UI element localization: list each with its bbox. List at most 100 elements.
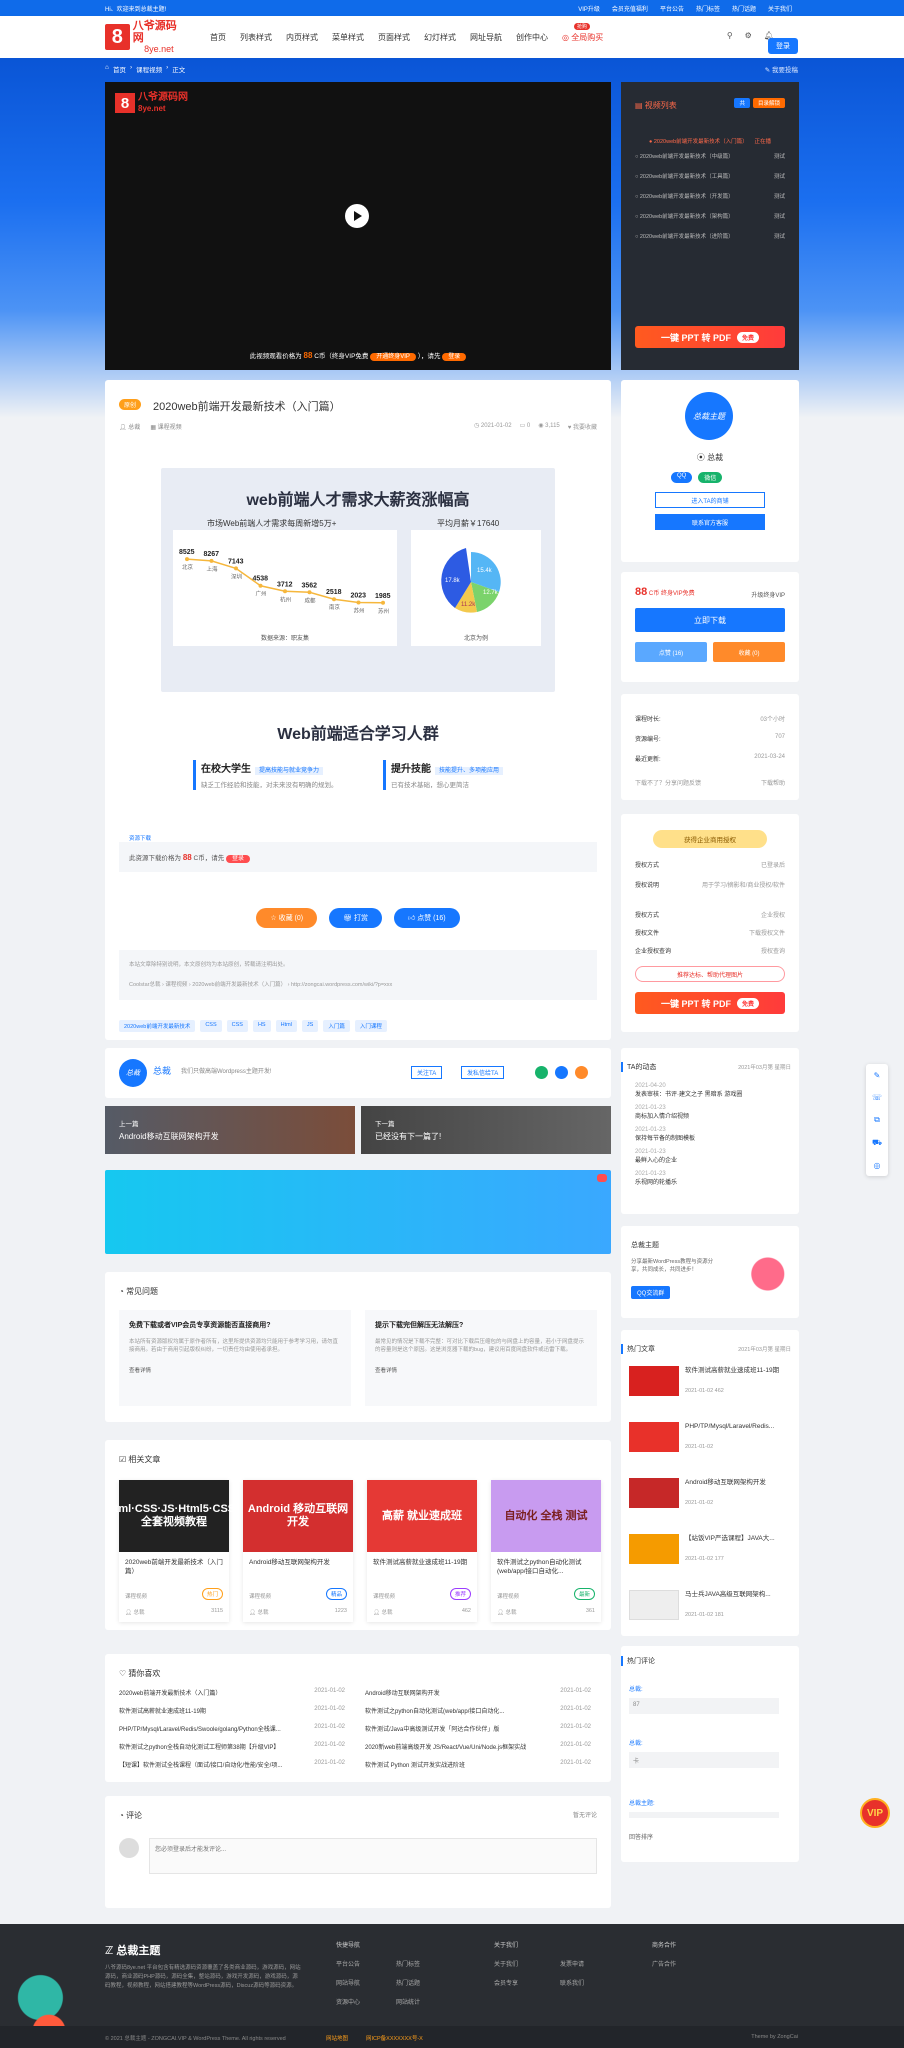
sidebar-fav-button[interactable]: 收藏 (0) bbox=[713, 642, 785, 662]
footer-link[interactable]: 会员专享 bbox=[494, 1978, 560, 1987]
comment-author[interactable]: 总裁: bbox=[629, 1738, 643, 1747]
wechat-button[interactable]: 微信 bbox=[698, 472, 723, 483]
crumb-home[interactable]: 首页 bbox=[113, 64, 126, 74]
tip-button[interactable]: 🎁︎ 打赏 bbox=[329, 908, 382, 928]
playlist-item[interactable]: ○ 2020web前端开发最新技术（开发篇） 测试 bbox=[635, 192, 785, 200]
footer-link[interactable]: 平台公告 bbox=[336, 1959, 396, 1968]
footer-link[interactable]: 热门标签 bbox=[396, 1959, 456, 1968]
guess-item[interactable]: 【短课】软件测试全栈课程（面试/接口/自动化/性能/安全/项... 2021-01… bbox=[119, 1760, 345, 1769]
download-login-button[interactable]: 登录 bbox=[226, 855, 251, 863]
related-item[interactable]: 自动化 全栈 测试 软件测试之python自动化测试(web/app/接口自动化… bbox=[491, 1480, 601, 1622]
activity-item[interactable]: 发表审核：书评·建文之子 黑暗系 游戏圈 bbox=[635, 1091, 742, 1100]
menu-item-slider[interactable]: 幻灯样式 bbox=[424, 32, 456, 43]
promo-link[interactable]: 推荐达标、帮助代理图片 bbox=[635, 966, 785, 982]
tag[interactable]: 入门课程 bbox=[354, 1020, 387, 1032]
video-player[interactable]: 8 八爷源码网 8ye.net 此视频观看价格为 88 C币（终身VIP免费 开通… bbox=[105, 82, 611, 370]
playlist-item[interactable]: ○ 2020web前端开发最新技术（工具篇） 测试 bbox=[635, 172, 785, 180]
guess-item[interactable]: 软件测试/Java中高级测试开发「阿达合作伙伴」版 2021-01-02 bbox=[365, 1724, 591, 1733]
sidebar-like-button[interactable]: 点赞 (16) bbox=[635, 642, 707, 662]
top-link-topics[interactable]: 热门话题 bbox=[732, 4, 756, 13]
footer-link[interactable]: 广告合作 bbox=[652, 1959, 676, 1968]
guess-item[interactable]: 软件测试之python全栈自动化测试工程师第38期【升级VIP】 2021-01-… bbox=[119, 1742, 345, 1751]
author-meta[interactable]: 👤︎ 总裁 bbox=[119, 422, 140, 431]
sidebar-avatar[interactable]: 总裁主题 bbox=[685, 392, 733, 440]
footer-link[interactable]: 关于我们 bbox=[494, 1959, 560, 1968]
playlist-unlock-button[interactable]: 目录解锁 bbox=[752, 98, 785, 108]
hot-item[interactable]: 软件测试高薪就业速成班11-19期 2021-01-02 462 bbox=[629, 1366, 791, 1406]
playlist-item[interactable]: ● 2020web前端开发最新技术（入门篇） 正在播 bbox=[635, 132, 785, 150]
upgrade-vip-link[interactable]: 升级终身VIP bbox=[751, 590, 785, 599]
faq-item[interactable]: 免费下载或者VIP会员专享资源能否直接商用? 本站所有资源版权均属于原作者所有，… bbox=[119, 1310, 351, 1406]
hot-item[interactable]: PHP/TP/Mysql/Laravel/Redis... 2021-01-02 bbox=[629, 1422, 791, 1462]
ppt-to-pdf-banner[interactable]: 一键 PPT 转 PDF 免费 bbox=[635, 326, 785, 348]
vip-float-icon[interactable]: VIP bbox=[860, 1798, 890, 1828]
playlist-item[interactable]: ○ 2020web前端开发最新技术（架构篇） 测试 bbox=[635, 212, 785, 220]
tag[interactable]: 2020web前端开发最新技术 bbox=[119, 1020, 196, 1032]
qq-group-button[interactable]: QQ交流群 bbox=[631, 1286, 671, 1299]
activity-item[interactable]: 保持每节备的制图模板 bbox=[635, 1135, 742, 1144]
hot-item[interactable]: Android移动互联网架构开发 2021-01-02 bbox=[629, 1478, 791, 1518]
cart-icon[interactable]: ⛟ bbox=[872, 1138, 882, 1148]
faq-item[interactable]: 提示下载完但解压无法解压? 最常见的情况是下载不完整：可对比下载后压缩包的与网盘… bbox=[365, 1310, 597, 1406]
related-item[interactable]: 高薪 就业速成班 软件测试高薪就业速成班11-19期 课程视频 推荐 👤︎ 总裁… bbox=[367, 1480, 477, 1622]
related-item[interactable]: Html·CSS·JS·Html5·CSS3 全套视频教程 2020web前端开… bbox=[107, 1480, 241, 1622]
download-now-button[interactable]: 立即下载 bbox=[635, 608, 785, 632]
ad-banner[interactable] bbox=[105, 1170, 611, 1254]
comments-more[interactable]: 回答排序 bbox=[629, 1832, 653, 1841]
like-button[interactable]: 👍︎ 点赞 (16) bbox=[393, 908, 460, 928]
guess-item[interactable]: 软件测试 Python 测试开发实战进阶班 2021-01-02 bbox=[365, 1760, 591, 1769]
playlist-item[interactable]: ○ 2020web前端开发最新技术（中级篇） 测试 bbox=[635, 152, 785, 160]
crumb-cat[interactable]: 课程视频 bbox=[136, 64, 162, 74]
hot-item[interactable]: 马士兵JAVA高级互联网架构... 2021-01-02 181 bbox=[629, 1590, 791, 1630]
favorite-button[interactable]: ☆ 收藏 (0) bbox=[256, 908, 318, 928]
message-button[interactable]: 发私信给TA bbox=[461, 1066, 505, 1079]
guess-item[interactable]: 软件测试之python自动化测试(web/app/接口自动化... 2021-01… bbox=[365, 1706, 591, 1715]
edit-icon[interactable]: ✎ bbox=[874, 1071, 881, 1080]
tag[interactable]: HS bbox=[252, 1020, 271, 1032]
footer-link[interactable]: 联系我们 bbox=[560, 1978, 620, 1987]
license-button[interactable]: 获得企业商用授权 bbox=[653, 830, 767, 848]
author-avatar[interactable]: 总裁 bbox=[119, 1059, 147, 1087]
menu-item-menu[interactable]: 菜单样式 bbox=[332, 32, 364, 43]
comment-author[interactable]: 总裁: bbox=[629, 1684, 643, 1693]
submit-link[interactable]: ✎ 我要投稿 bbox=[765, 64, 798, 74]
sitemap-link[interactable]: 网站地图 bbox=[326, 2034, 348, 2042]
footer-link[interactable]: 资源中心 bbox=[336, 1997, 396, 2006]
open-vip-button[interactable]: 开通终身VIP bbox=[370, 353, 416, 361]
copy-icon[interactable]: ⧉ bbox=[874, 1115, 880, 1125]
menu-item-sites[interactable]: 网址导航 bbox=[470, 32, 502, 43]
search-icon[interactable]: ⚲ bbox=[727, 31, 733, 40]
guess-item[interactable]: Android移动互联网架构开发 2021-01-02 bbox=[365, 1688, 591, 1697]
playlist-count-button[interactable]: 共 bbox=[734, 98, 750, 108]
tag[interactable]: JS bbox=[301, 1020, 319, 1032]
next-post[interactable]: 下一篇 已经没有下一篇了! bbox=[361, 1106, 611, 1154]
headset-icon[interactable]: ☏ bbox=[872, 1093, 882, 1102]
guess-item[interactable]: PHP/TP/Mysql/Laravel/Redis/Swoole/golang… bbox=[119, 1724, 345, 1733]
play-icon[interactable] bbox=[345, 204, 369, 228]
settings-icon[interactable]: ⚙ bbox=[745, 31, 752, 40]
guess-item[interactable]: 2020新web前端高级开发 JS/React/Vue/Uni/Node.js框… bbox=[365, 1742, 591, 1751]
feedback-link[interactable]: 下载不了？分享问题反馈 bbox=[635, 778, 701, 787]
qq-button[interactable]: QQ bbox=[671, 472, 693, 483]
contact-service-button[interactable]: 联系官方客服 bbox=[655, 514, 765, 530]
related-item[interactable]: Android 移动互联网开发 Android移动互联网架构开发 课程视频 精品… bbox=[243, 1480, 353, 1622]
activity-item[interactable]: 商标加入情介绍视频 bbox=[635, 1113, 742, 1122]
category-meta[interactable]: ▦ 课程视频 bbox=[150, 422, 181, 431]
weibo-icon[interactable] bbox=[575, 1066, 588, 1079]
playlist-item[interactable]: ○ 2020web前端开发最新技术（进阶篇） 测试 bbox=[635, 232, 785, 240]
menu-item-home[interactable]: 首页 bbox=[210, 32, 226, 43]
follow-button[interactable]: 关注TA bbox=[411, 1066, 443, 1079]
sidebar-ppt-banner[interactable]: 一键 PPT 转 PDF 免费 bbox=[635, 992, 785, 1014]
shop-button[interactable]: 进入TA的商铺 bbox=[655, 492, 765, 508]
footer-link[interactable]: 网站统计 bbox=[396, 1997, 456, 2006]
footer-link[interactable]: 网站导航 bbox=[336, 1978, 396, 1987]
tag[interactable]: CSS bbox=[226, 1020, 248, 1032]
activity-item[interactable]: 最鲜入心的企业 bbox=[635, 1157, 742, 1166]
faq-more-link[interactable]: 查看详情 bbox=[375, 1366, 587, 1374]
guess-item[interactable]: 软件测试高薪就业速成班11-19期 2021-01-02 bbox=[119, 1706, 345, 1715]
site-logo[interactable]: 8 八爷源码网 8ye.net bbox=[105, 20, 185, 54]
favorite-link[interactable]: ♥ 我要收藏 bbox=[568, 422, 597, 431]
tag[interactable]: CSS bbox=[200, 1020, 222, 1032]
menu-item-pages[interactable]: 页面样式 bbox=[378, 32, 410, 43]
top-link-notice[interactable]: 平台公告 bbox=[660, 4, 684, 13]
